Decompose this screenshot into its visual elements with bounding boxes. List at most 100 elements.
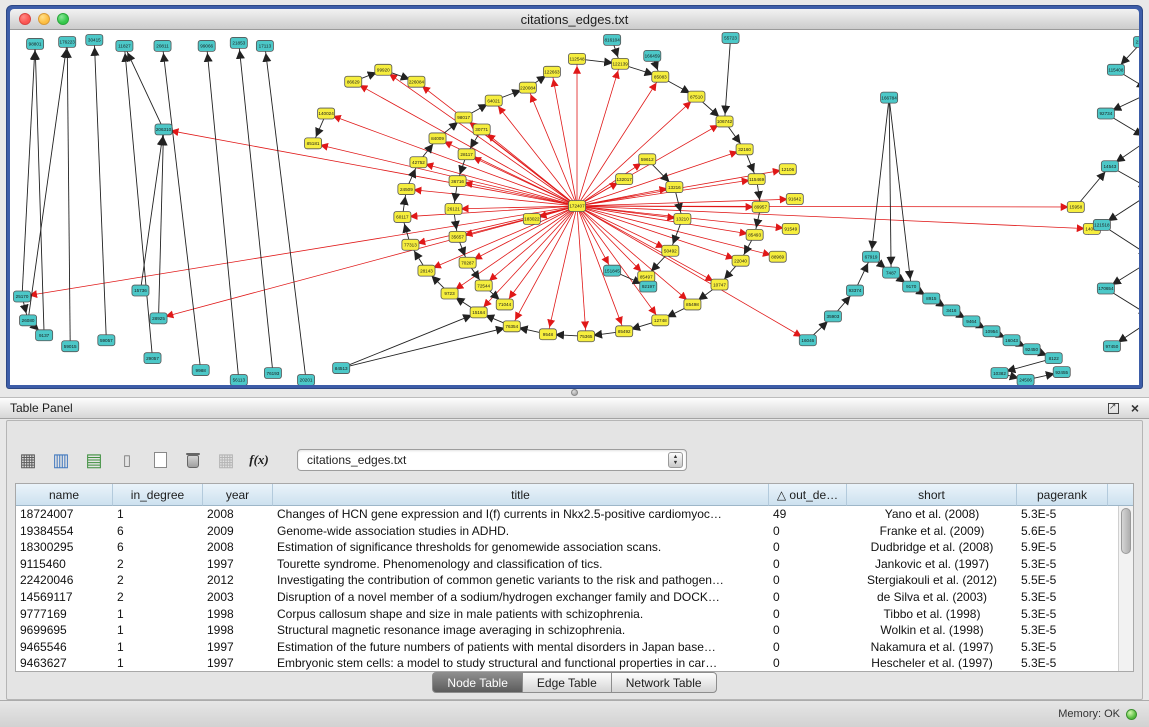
- network-node[interactable]: 24509: [398, 184, 415, 195]
- close-button[interactable]: [19, 13, 31, 25]
- function-icon[interactable]: f(x): [246, 447, 272, 473]
- network-node[interactable]: 59057: [98, 335, 115, 346]
- network-node[interactable]: 121518: [1093, 219, 1110, 230]
- network-node[interactable]: 26080: [20, 315, 37, 326]
- column-header-short[interactable]: short: [847, 484, 1017, 506]
- network-node[interactable]: 21814: [1133, 36, 1139, 47]
- network-node[interactable]: 15958: [1067, 202, 1084, 213]
- network-node[interactable]: 92455: [1053, 367, 1070, 378]
- network-node[interactable]: 26121: [445, 204, 462, 215]
- network-node[interactable]: 166459: [644, 50, 661, 61]
- network-node[interactable]: 226084: [408, 76, 425, 87]
- network-node[interactable]: 140024: [318, 108, 335, 119]
- network-node[interactable]: 36716: [449, 176, 466, 187]
- network-node[interactable]: 56113: [230, 375, 247, 385]
- float-panel-icon[interactable]: [1108, 403, 1119, 414]
- network-node[interactable]: 9548: [539, 329, 556, 340]
- table-scrollbar[interactable]: [1118, 506, 1133, 671]
- table-options-icon[interactable]: ▦: [15, 447, 41, 473]
- network-node[interactable]: 10747: [711, 279, 728, 290]
- network-node[interactable]: 8122: [1045, 353, 1062, 364]
- select-rows-icon[interactable]: ▤: [81, 447, 107, 473]
- network-node[interactable]: 50492: [662, 245, 679, 256]
- scrollbar-thumb[interactable]: [1121, 508, 1131, 554]
- network-node[interactable]: 176223: [59, 36, 76, 47]
- row-height-icon[interactable]: ▯: [114, 447, 140, 473]
- network-node[interactable]: 84009: [429, 133, 446, 144]
- network-node[interactable]: 206310: [155, 124, 172, 135]
- table-row[interactable]: 1456911722003Disruption of a novel membe…: [16, 589, 1118, 606]
- network-node[interactable]: 12106: [779, 164, 796, 175]
- network-node[interactable]: 20811: [154, 40, 171, 51]
- network-node[interactable]: 35657: [449, 231, 466, 242]
- network-node[interactable]: 97450: [1103, 341, 1120, 352]
- network-node[interactable]: 91642: [786, 194, 803, 205]
- network-node[interactable]: 106742: [716, 116, 733, 127]
- network-node[interactable]: 42752: [410, 157, 427, 168]
- network-node[interactable]: 67919: [863, 251, 880, 262]
- network-node[interactable]: 28117: [458, 149, 475, 160]
- dropdown-stepper-icon[interactable]: ▲▼: [668, 452, 683, 468]
- network-node[interactable]: 9464: [963, 316, 980, 327]
- network-node[interactable]: 85083: [652, 71, 669, 82]
- network-node[interactable]: 93374: [846, 285, 863, 296]
- network-node[interactable]: 89957: [752, 202, 769, 213]
- network-node[interactable]: 75365: [578, 331, 595, 342]
- zoom-button[interactable]: [57, 13, 69, 25]
- tab-node-table[interactable]: Node Table: [432, 672, 523, 693]
- network-node[interactable]: 86629: [345, 76, 362, 87]
- network-node[interactable]: 85492: [616, 326, 633, 337]
- network-node[interactable]: 9988: [192, 365, 209, 376]
- table-row[interactable]: 1872400712008Changes of HCN gene express…: [16, 506, 1118, 523]
- network-node[interactable]: 115408: [1107, 64, 1124, 75]
- network-node[interactable]: 24506: [1017, 375, 1034, 385]
- network-node[interactable]: 122139: [612, 58, 629, 69]
- network-node[interactable]: 172407: [568, 201, 585, 212]
- network-node[interactable]: 87510: [688, 91, 705, 102]
- column-header-year[interactable]: year: [203, 484, 273, 506]
- network-node[interactable]: 59612: [639, 154, 656, 165]
- table-row[interactable]: 911546021997Tourette syndrome. Phenomeno…: [16, 556, 1118, 573]
- network-node[interactable]: 21853: [230, 37, 247, 48]
- network-node[interactable]: 112548: [568, 53, 585, 64]
- network-node[interactable]: 55723: [722, 32, 739, 43]
- network-node[interactable]: 91549: [782, 223, 799, 234]
- network-node[interactable]: 183022: [523, 213, 540, 224]
- network-node[interactable]: 7487: [883, 267, 900, 278]
- network-node[interactable]: 85181: [305, 138, 322, 149]
- network-node[interactable]: 32160: [736, 144, 753, 155]
- column-header-out_de[interactable]: △ out_de…: [769, 484, 847, 506]
- table-row[interactable]: 969969511998Structural magnetic resonanc…: [16, 622, 1118, 639]
- network-node[interactable]: 92734: [1097, 108, 1114, 119]
- network-node[interactable]: 84513: [333, 363, 350, 374]
- network-node[interactable]: 85497: [638, 271, 655, 282]
- network-node[interactable]: 170654: [1097, 283, 1114, 294]
- network-node[interactable]: 12748: [652, 315, 669, 326]
- network-node[interactable]: 122663: [543, 66, 560, 77]
- network-node[interactable]: 9170: [903, 281, 920, 292]
- network-node[interactable]: 30771: [473, 124, 490, 135]
- network-node[interactable]: 20201: [298, 375, 315, 385]
- column-header-pagerank[interactable]: pagerank: [1017, 484, 1108, 506]
- network-node[interactable]: 10954: [983, 326, 1000, 337]
- table-row[interactable]: 946362711997Embryonic stem cells: a mode…: [16, 655, 1118, 671]
- delete-icon[interactable]: [180, 447, 206, 473]
- network-node[interactable]: 85493: [746, 229, 763, 240]
- network-node[interactable]: 88969: [769, 251, 786, 262]
- network-canvas[interactable]: 172407 112548 122139 85083 87510 106742 32160 1…: [10, 30, 1139, 385]
- network-node[interactable]: 8915: [923, 293, 940, 304]
- network-node[interactable]: 99920: [375, 64, 392, 75]
- minimize-button[interactable]: [38, 13, 50, 25]
- network-node[interactable]: 98801: [27, 38, 44, 49]
- network-node[interactable]: 60117: [394, 211, 411, 222]
- network-node[interactable]: 59015: [62, 341, 79, 352]
- tab-edge-table[interactable]: Edge Table: [522, 672, 612, 693]
- column-header-name[interactable]: name: [16, 484, 113, 506]
- panel-splitter[interactable]: [0, 389, 1149, 397]
- network-node[interactable]: 10382: [991, 368, 1008, 379]
- network-node[interactable]: 92197: [640, 281, 657, 292]
- table-select-dropdown[interactable]: citations_edges.txt▲▼: [297, 449, 687, 471]
- network-node[interactable]: 71044: [496, 299, 513, 310]
- column-header-title[interactable]: title: [273, 484, 769, 506]
- network-node[interactable]: 115469: [748, 174, 765, 185]
